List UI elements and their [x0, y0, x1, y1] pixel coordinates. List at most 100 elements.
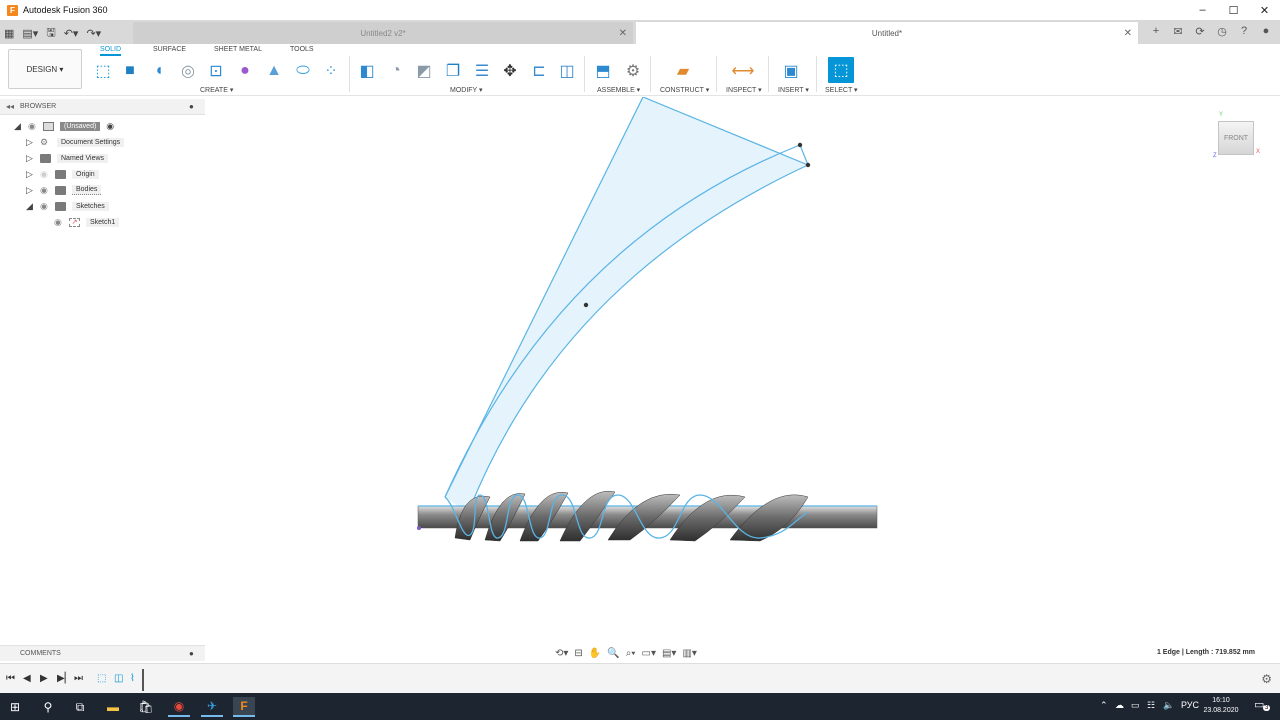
- timeline-coil-feature-icon[interactable]: ⌇: [130, 673, 135, 684]
- loft-icon[interactable]: ▲: [263, 60, 285, 82]
- shell-icon[interactable]: ☰: [471, 60, 493, 82]
- grid-settings-icon[interactable]: ▤▾: [662, 648, 676, 659]
- chrome-icon[interactable]: ◉: [168, 697, 190, 717]
- fit-icon[interactable]: ⌕▾: [626, 648, 636, 659]
- task-view-icon[interactable]: ⧉: [69, 697, 91, 717]
- select-icon[interactable]: ⬚: [828, 57, 854, 83]
- timeline-settings-gear-icon[interactable]: ⚙: [1261, 672, 1272, 686]
- step-forward-icon[interactable]: ▶▏: [57, 673, 72, 684]
- viewcube[interactable]: FRONT: [1218, 121, 1254, 155]
- visibility-eye-icon[interactable]: ◉: [40, 169, 51, 180]
- hole-icon[interactable]: ◎: [177, 60, 199, 82]
- onedrive-cloud-icon[interactable]: ☁: [1115, 700, 1124, 711]
- timeline-sketch-feature-icon[interactable]: ⬚: [97, 673, 106, 684]
- expand-triangle-icon[interactable]: ▷: [26, 185, 34, 196]
- file-explorer-icon[interactable]: ▬: [102, 697, 124, 717]
- insert-image-icon[interactable]: ▣: [780, 60, 802, 82]
- orbit-icon[interactable]: ⟲▾: [555, 648, 568, 659]
- redo-icon[interactable]: ↷▾: [86, 27, 101, 40]
- pan-icon[interactable]: ✋: [589, 648, 601, 659]
- telegram-icon[interactable]: ✈: [201, 697, 223, 717]
- tray-chevron-icon[interactable]: ⌃: [1100, 700, 1108, 711]
- tab-sheet-metal[interactable]: SHEET METAL: [214, 46, 262, 53]
- workspace-switcher-button[interactable]: DESIGN ▾: [8, 49, 82, 89]
- visibility-eye-icon[interactable]: ◉: [54, 217, 65, 228]
- tree-item-named-views[interactable]: ▷ Named Views: [26, 151, 109, 165]
- create-menu[interactable]: CREATE ▾: [200, 86, 233, 94]
- job-status-icon[interactable]: ◷: [1214, 23, 1230, 39]
- press-pull-icon[interactable]: ◧: [356, 60, 378, 82]
- network-icon[interactable]: ☷: [1147, 700, 1155, 711]
- close-window-button[interactable]: ✕: [1249, 0, 1280, 20]
- fillet-icon[interactable]: ◔: [385, 60, 407, 82]
- tree-item-document-settings[interactable]: ▷ ⚙ Document Settings: [26, 135, 125, 149]
- tab-surface[interactable]: SURFACE: [153, 46, 186, 53]
- expand-triangle-icon[interactable]: ▷: [26, 137, 34, 148]
- data-panel-grid-icon[interactable]: ▦: [4, 27, 14, 40]
- go-to-start-icon[interactable]: ⏮: [6, 673, 15, 684]
- clock[interactable]: 16:10 23.08.2020: [1200, 696, 1242, 716]
- 3d-canvas[interactable]: [205, 97, 1280, 643]
- look-at-icon[interactable]: ⊟: [574, 648, 582, 659]
- close-tab-icon[interactable]: ✕: [619, 28, 627, 39]
- pattern-icon[interactable]: ⁘: [320, 60, 342, 82]
- modify-menu[interactable]: MODIFY ▾: [450, 86, 483, 94]
- minimize-button[interactable]: –: [1187, 0, 1218, 20]
- extensions-icon[interactable]: ⟳: [1192, 23, 1208, 39]
- notifications-icon[interactable]: ✉: [1170, 23, 1186, 39]
- expand-triangle-icon[interactable]: ▷: [26, 153, 34, 164]
- tree-item-sketches[interactable]: ◢ ◉ Sketches: [26, 199, 109, 213]
- go-to-end-icon[interactable]: ⏭: [74, 673, 83, 684]
- new-component-icon[interactable]: ⬒: [592, 60, 614, 82]
- browser-options-icon[interactable]: ●: [189, 102, 194, 111]
- collapse-browser-icon[interactable]: ◂◂: [6, 102, 14, 111]
- maximize-button[interactable]: ☐: [1218, 0, 1249, 20]
- tree-item-sketch1[interactable]: ◉ ↗ Sketch1: [54, 215, 120, 229]
- save-icon[interactable]: 🖫: [46, 24, 55, 43]
- align-icon[interactable]: ⊏: [528, 60, 550, 82]
- move-copy-icon[interactable]: ✥: [499, 60, 521, 82]
- rectangular-pattern-icon[interactable]: ⊡: [205, 60, 227, 82]
- split-body-icon[interactable]: ◫: [556, 60, 578, 82]
- expand-triangle-icon[interactable]: ▷: [26, 169, 34, 180]
- new-tab-plus-icon[interactable]: +: [1148, 23, 1164, 39]
- comments-options-icon[interactable]: ●: [189, 649, 194, 658]
- timeline-extrude-feature-icon[interactable]: ◫: [114, 673, 123, 684]
- revolve-icon[interactable]: ◖: [148, 60, 170, 82]
- battery-icon[interactable]: ▭: [1131, 700, 1140, 711]
- tab-tools[interactable]: TOOLS: [290, 46, 314, 53]
- combine-icon[interactable]: ❐: [442, 60, 464, 82]
- user-avatar-icon[interactable]: ●: [1258, 23, 1274, 39]
- store-icon[interactable]: 🛍: [135, 697, 157, 717]
- language-indicator[interactable]: РУС: [1181, 700, 1199, 710]
- start-windows-icon[interactable]: ⊞: [4, 697, 26, 717]
- visibility-eye-icon[interactable]: ◉: [40, 201, 51, 212]
- create-sketch-icon[interactable]: ⬚: [92, 60, 114, 82]
- file-menu-icon[interactable]: ▤▾: [22, 27, 38, 40]
- visibility-eye-icon[interactable]: ◉: [28, 121, 39, 132]
- volume-icon[interactable]: 🔈: [1163, 700, 1174, 711]
- insert-menu[interactable]: INSERT ▾: [778, 86, 809, 94]
- fusion-taskbar-icon[interactable]: F: [233, 697, 255, 717]
- zoom-icon[interactable]: 🔍: [607, 648, 619, 659]
- tree-item-bodies[interactable]: ▷ ◉ Bodies: [26, 183, 102, 197]
- tab-untitled2[interactable]: Untitled2 v2* ✕: [133, 22, 633, 44]
- collapse-triangle-icon[interactable]: ◢: [26, 201, 34, 212]
- display-settings-icon[interactable]: ▭▾: [642, 648, 656, 659]
- visibility-eye-icon[interactable]: ◉: [40, 185, 51, 196]
- activate-radio-icon[interactable]: ◉: [106, 121, 114, 132]
- timeline-marker[interactable]: [142, 669, 144, 691]
- pipe-icon[interactable]: ⬭: [292, 60, 314, 82]
- step-back-icon[interactable]: ◀: [23, 673, 31, 684]
- undo-icon[interactable]: ↶▾: [64, 27, 79, 40]
- tab-untitled[interactable]: Untitled* ✕: [636, 22, 1138, 44]
- tree-item-root[interactable]: ◢ ◉ (Unsaved) ◉: [14, 119, 114, 133]
- viewports-icon[interactable]: ▥▾: [682, 648, 696, 659]
- extrude-icon[interactable]: ■: [119, 60, 141, 82]
- measure-icon[interactable]: ⟷: [732, 60, 755, 82]
- assemble-menu[interactable]: ASSEMBLE ▾: [597, 86, 640, 94]
- select-menu[interactable]: SELECT ▾: [825, 86, 858, 94]
- joint-icon[interactable]: ⚙: [622, 60, 644, 82]
- help-icon[interactable]: ?: [1236, 23, 1252, 39]
- chamfer-icon[interactable]: ◩: [413, 60, 435, 82]
